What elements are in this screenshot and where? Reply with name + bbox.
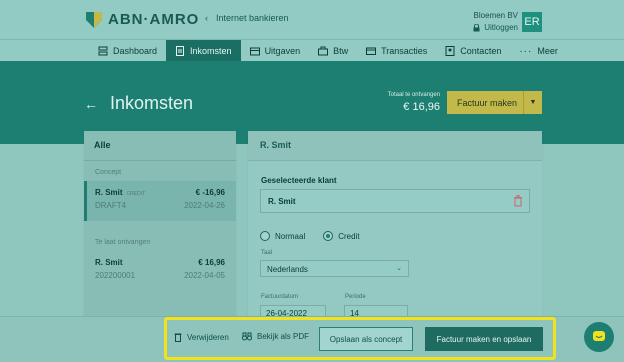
factuur-maken-label: Factuur maken [457,97,518,108]
period-label: Periode [345,294,366,300]
total-value: € 16,96 [403,101,440,113]
invoice-detail-panel: R. Smit Geselecteerde klant R. Smit Norm… [248,131,542,331]
client-name: R. Smit [268,197,296,206]
language-label: Taal [261,250,273,256]
card-icon [366,47,377,55]
lock-icon [473,23,480,31]
view-pdf-label: Bekijk als PDF [257,332,310,341]
invoice-date: 2022-04-26 [184,201,225,210]
invoice-type-radio-group: Normaal Credit [260,231,360,241]
internet-bankieren-link[interactable]: ‹ Internet bankieren [205,13,289,23]
nav-item-inkomsten[interactable]: Inkomsten [166,40,241,62]
company-name: Bloemen BV [473,11,518,20]
invoice-amount: € 16,96 [198,258,225,267]
page-title: ← Inkomsten [84,93,193,114]
arrow-left-icon[interactable]: ← [84,96,98,112]
nav-item-label: Contacten [460,46,502,56]
nav-item-label: Dashboard [113,46,158,56]
invoice-date-label: Factuurdatum [261,294,299,300]
radio-credit[interactable]: Credit [323,231,360,241]
filter-all-header[interactable]: Alle [84,131,236,161]
wallet-icon [249,47,260,56]
nav-item-dashboard[interactable]: Dashboard [89,40,166,62]
nav-item-label: Uitgaven [264,46,301,56]
contact-icon [445,46,455,56]
invoice-number: DRAFT4 [95,201,127,210]
nav-item-contacten[interactable]: Contacten [436,40,510,62]
language-select[interactable]: Nederlands ⌄ [260,260,409,277]
chat-icon [593,331,605,341]
main-nav: Dashboard Inkomsten Uitgaven Btw Transac… [0,39,624,62]
radio-label: Normaal [275,231,306,241]
nav-item-uitgaven[interactable]: Uitgaven [241,40,310,62]
trash-icon[interactable] [513,195,523,207]
list-item[interactable]: R. Smit 202200001 € 16,96 2022-04-05 [84,251,236,291]
radio-normaal[interactable]: Normaal [260,231,305,241]
group-label-te-laat: Te laat ontvangen [95,239,151,246]
more-icon: ··· [519,45,533,57]
abn-amro-logo-icon[interactable] [84,10,104,30]
invoice-amount: € -16,96 [195,188,225,197]
delete-label: Verwijderen [187,332,229,342]
brand-name: ABN·AMRO [108,11,200,28]
language-value: Nederlands [267,265,308,274]
back-link-label: Internet bankieren [216,13,289,23]
chat-button[interactable] [584,322,614,352]
selected-client-label: Geselecteerde klant [261,176,337,185]
chevron-left-icon: ‹ [205,13,208,23]
factuur-maken-button[interactable]: Factuur maken ▼ [447,91,542,114]
view-pdf-button[interactable]: Bekijk als PDF [242,332,309,341]
avatar[interactable]: ER [522,12,542,32]
nav-item-label: Meer [537,46,558,56]
invoice-client: R. Smit [95,258,123,267]
nav-item-label: Btw [333,46,349,56]
dashboard-icon [98,46,108,56]
total-label: Totaal te ontvangen [387,92,440,98]
binoculars-icon [242,332,252,341]
logout-label: Uitloggen [484,23,518,32]
briefcase-icon [318,46,329,56]
invoice-list-panel: Alle Concept R. Smit CREDIT DRAFT4 € -16,… [84,131,236,316]
invoice-number: 202200001 [95,271,136,280]
radio-unchecked-icon [260,231,270,241]
nav-item-label: Transacties [381,46,428,56]
save-concept-button[interactable]: Opslaan als concept [319,327,413,351]
detail-header: R. Smit [248,131,542,161]
trash-icon [174,333,182,342]
invoice-date: 2022-04-05 [184,271,225,280]
radio-checked-icon [323,231,334,241]
nav-item-meer[interactable]: ··· Meer [510,40,567,62]
radio-label: Credit [338,231,360,241]
caret-down-icon[interactable]: ▼ [523,91,542,114]
document-icon [176,46,185,56]
list-item[interactable]: R. Smit CREDIT DRAFT4 € -16,96 2022-04-26 [84,181,236,221]
credit-badge: CREDIT [126,191,146,197]
invoice-client: R. Smit CREDIT [95,188,146,197]
logout-link[interactable]: Uitloggen [473,23,518,32]
chevron-down-icon: ⌄ [396,265,402,272]
group-label-concept: Concept [95,169,122,176]
page-title-text: Inkomsten [110,93,194,113]
nav-item-transacties[interactable]: Transacties [357,40,436,62]
create-and-save-button[interactable]: Factuur maken en opslaan [425,327,543,351]
nav-item-btw[interactable]: Btw [309,40,357,62]
top-bar: ABN·AMRO ‹ Internet bankieren Bloemen BV… [0,0,624,39]
selected-client-card: R. Smit [260,189,530,213]
delete-button[interactable]: Verwijderen [174,332,229,342]
nav-item-label: Inkomsten [190,46,232,56]
